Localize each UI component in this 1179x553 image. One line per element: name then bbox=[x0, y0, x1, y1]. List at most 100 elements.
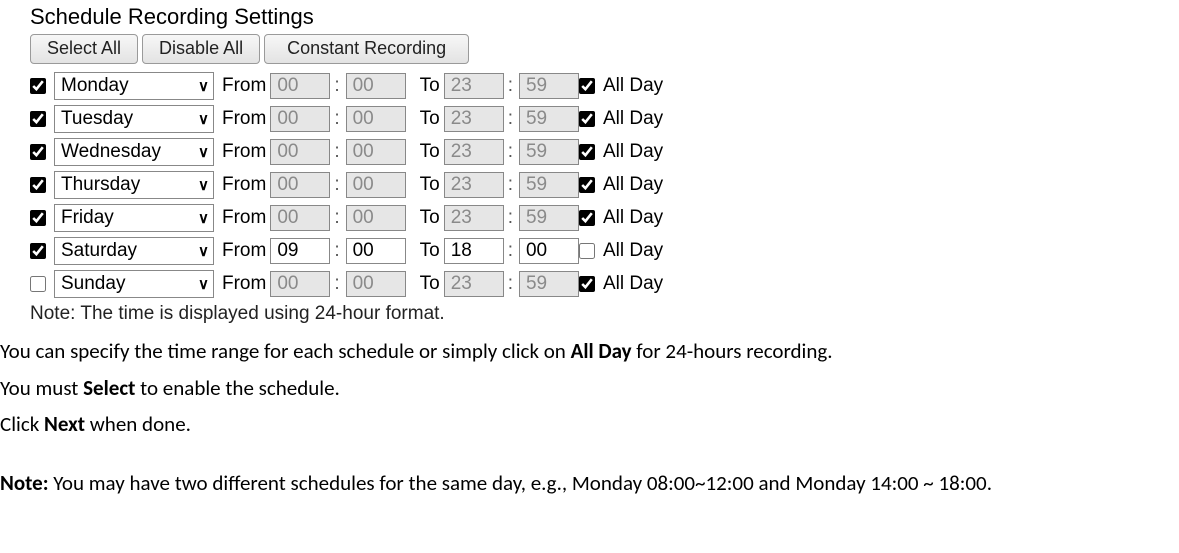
from-minute-input: 00 bbox=[346, 271, 406, 297]
enable-checkbox[interactable] bbox=[30, 210, 46, 226]
all-day-checkbox[interactable] bbox=[579, 177, 595, 193]
all-day-label: All Day bbox=[603, 75, 663, 97]
from-label: From bbox=[222, 141, 266, 163]
chevron-down-icon: ∨ bbox=[198, 145, 209, 160]
from-hour-input: 00 bbox=[270, 73, 330, 99]
day-label: Friday bbox=[61, 207, 114, 229]
enable-checkbox[interactable] bbox=[30, 177, 46, 193]
schedule-row: Sunday∨From00:00To23:59All Day bbox=[30, 270, 1179, 298]
instruction-line-3: Click Next when done. bbox=[0, 408, 1179, 441]
to-label: To bbox=[420, 141, 440, 163]
to-hour-input: 23 bbox=[444, 271, 504, 297]
day-select[interactable]: Wednesday∨ bbox=[54, 138, 214, 166]
chevron-down-icon: ∨ bbox=[198, 244, 209, 259]
to-minute-input: 59 bbox=[519, 73, 579, 99]
all-day-label: All Day bbox=[603, 240, 663, 262]
to-hour-input: 23 bbox=[444, 73, 504, 99]
schedule-row: Tuesday∨From00:00To23:59All Day bbox=[30, 105, 1179, 133]
colon: : bbox=[334, 75, 339, 97]
text: You may have two different schedules for… bbox=[49, 470, 992, 496]
colon: : bbox=[508, 174, 513, 196]
day-label: Tuesday bbox=[61, 108, 133, 130]
text: You must bbox=[0, 375, 83, 401]
text: to enable the schedule. bbox=[135, 375, 339, 401]
to-label: To bbox=[420, 207, 440, 229]
day-label: Thursday bbox=[61, 174, 140, 196]
to-label: To bbox=[420, 240, 440, 262]
to-hour-input: 23 bbox=[444, 106, 504, 132]
enable-checkbox[interactable] bbox=[30, 243, 46, 259]
from-label: From bbox=[222, 240, 266, 262]
to-label: To bbox=[420, 108, 440, 130]
schedule-row: Wednesday∨From00:00To23:59All Day bbox=[30, 138, 1179, 166]
day-select[interactable]: Thursday ∨ bbox=[54, 171, 214, 199]
schedule-panel: Schedule Recording Settings Select All D… bbox=[0, 4, 1179, 325]
day-select[interactable]: Monday∨ bbox=[54, 72, 214, 100]
bold-next: Next bbox=[44, 411, 85, 437]
all-day-checkbox[interactable] bbox=[579, 276, 595, 292]
select-all-button[interactable]: Select All bbox=[30, 34, 138, 64]
text: when done. bbox=[85, 411, 191, 437]
text: Click bbox=[0, 411, 44, 437]
schedule-row: Friday∨From00:00To23:59All Day bbox=[30, 204, 1179, 232]
from-minute-input[interactable]: 00 bbox=[346, 238, 406, 264]
instruction-text: You can specify the time range for each … bbox=[0, 335, 1179, 499]
chevron-down-icon: ∨ bbox=[198, 112, 209, 127]
panel-title: Schedule Recording Settings bbox=[30, 4, 1179, 30]
all-day-checkbox[interactable] bbox=[579, 210, 595, 226]
to-minute-input: 59 bbox=[519, 106, 579, 132]
schedule-row: Thursday∨From00:00To23:59All Day bbox=[30, 171, 1179, 199]
disable-all-button[interactable]: Disable All bbox=[142, 34, 260, 64]
text: You can specify the time range for each … bbox=[0, 338, 571, 364]
colon: : bbox=[508, 207, 513, 229]
enable-checkbox[interactable] bbox=[30, 144, 46, 160]
from-label: From bbox=[222, 207, 266, 229]
from-hour-input: 00 bbox=[270, 172, 330, 198]
day-label: Saturday bbox=[61, 240, 137, 262]
from-minute-input: 00 bbox=[346, 106, 406, 132]
colon: : bbox=[334, 108, 339, 130]
all-day-checkbox[interactable] bbox=[579, 144, 595, 160]
colon: : bbox=[508, 75, 513, 97]
all-day-checkbox[interactable] bbox=[579, 243, 595, 259]
enable-checkbox[interactable] bbox=[30, 78, 46, 94]
to-hour-input: 23 bbox=[444, 172, 504, 198]
all-day-label: All Day bbox=[603, 207, 663, 229]
from-label: From bbox=[222, 273, 266, 295]
all-day-label: All Day bbox=[603, 108, 663, 130]
to-minute-input[interactable]: 00 bbox=[519, 238, 579, 264]
to-hour-input[interactable]: 18 bbox=[444, 238, 504, 264]
day-select[interactable]: Friday∨ bbox=[54, 204, 214, 232]
to-label: To bbox=[420, 273, 440, 295]
colon: : bbox=[334, 273, 339, 295]
to-label: To bbox=[420, 174, 440, 196]
all-day-label: All Day bbox=[603, 174, 663, 196]
enable-checkbox[interactable] bbox=[30, 111, 46, 127]
day-select[interactable]: Saturday ∨ bbox=[54, 237, 214, 265]
from-hour-input[interactable]: 09 bbox=[270, 238, 330, 264]
to-minute-input: 59 bbox=[519, 139, 579, 165]
from-minute-input: 00 bbox=[346, 172, 406, 198]
schedule-row: Saturday∨From09:00To18:00All Day bbox=[30, 237, 1179, 265]
chevron-down-icon: ∨ bbox=[198, 178, 209, 193]
bold-all-day: All Day bbox=[571, 338, 632, 364]
bold-select: Select bbox=[83, 375, 135, 401]
day-select[interactable]: Tuesday ∨ bbox=[54, 105, 214, 133]
all-day-checkbox[interactable] bbox=[579, 78, 595, 94]
to-minute-input: 59 bbox=[519, 172, 579, 198]
schedule-rows: Monday∨From00:00To23:59All DayTuesday∨Fr… bbox=[30, 72, 1179, 298]
format-note: Note: The time is displayed using 24-hou… bbox=[30, 303, 1179, 325]
all-day-checkbox[interactable] bbox=[579, 111, 595, 127]
to-label: To bbox=[420, 75, 440, 97]
constant-recording-button[interactable]: Constant Recording bbox=[264, 34, 469, 64]
chevron-down-icon: ∨ bbox=[198, 79, 209, 94]
from-minute-input: 00 bbox=[346, 73, 406, 99]
all-day-label: All Day bbox=[603, 273, 663, 295]
from-label: From bbox=[222, 75, 266, 97]
enable-checkbox[interactable] bbox=[30, 276, 46, 292]
colon: : bbox=[334, 240, 339, 262]
day-select[interactable]: Sunday∨ bbox=[54, 270, 214, 298]
from-hour-input: 00 bbox=[270, 106, 330, 132]
colon: : bbox=[334, 207, 339, 229]
all-day-label: All Day bbox=[603, 141, 663, 163]
